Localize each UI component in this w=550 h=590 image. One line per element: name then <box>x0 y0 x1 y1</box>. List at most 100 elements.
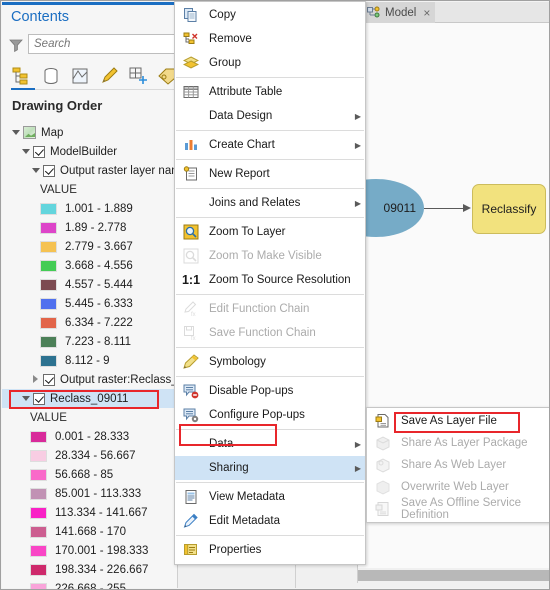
list-by-editing-icon[interactable] <box>97 64 120 88</box>
menu-item-view-metadata[interactable]: View Metadata <box>175 485 365 509</box>
no-icon <box>180 435 202 453</box>
menu-item-label: Data Design <box>209 110 273 122</box>
search-box[interactable] <box>28 34 178 54</box>
menu-item-data[interactable]: Data ▶ <box>175 432 365 456</box>
model-tool-node-label: Reclassify <box>481 202 537 216</box>
menu-item-copy[interactable]: Copy <box>175 3 365 27</box>
menu-item-label: Configure Pop-ups <box>209 409 305 421</box>
layer-visibility-checkbox[interactable] <box>33 145 45 158</box>
legend-label: 3.668 - 4.556 <box>65 259 133 272</box>
menu-separator <box>176 535 364 536</box>
chevron-down-icon[interactable] <box>20 393 31 404</box>
menu-item-zoom-to-source-resolution[interactable]: 1:1 Zoom To Source Resolution <box>175 268 365 292</box>
menu-item-remove[interactable]: Remove <box>175 27 365 51</box>
tree-item-modelbuilder[interactable]: ModelBuilder <box>2 142 178 161</box>
chevron-down-icon[interactable] <box>30 165 41 176</box>
legend-label: 2.779 - 3.667 <box>65 240 133 253</box>
menu-item-joins-and-relates[interactable]: Joins and Relates ▶ <box>175 191 365 215</box>
create-chart-icon <box>180 136 202 154</box>
legend-label: 85.001 - 113.333 <box>55 487 142 500</box>
scrollbar-thumb[interactable] <box>358 570 549 581</box>
zoom-make-visible-icon <box>180 247 202 265</box>
map-horizontal-scrollbar[interactable]: ❮ <box>296 568 357 583</box>
menu-item-symbology[interactable]: Symbology <box>175 350 365 374</box>
legend-swatch <box>30 544 47 557</box>
submenu-item-save-as-layer-file[interactable]: Save As Layer File <box>367 410 549 432</box>
chevron-down-icon[interactable] <box>10 127 21 138</box>
legend-label: 6.334 - 7.222 <box>65 316 133 329</box>
legend-label: 28.334 - 56.667 <box>55 449 136 462</box>
model-tool-node[interactable]: Reclassify <box>472 184 546 234</box>
legend-item: 1.89 - 2.778 <box>2 218 178 237</box>
legend-label: 113.334 - 141.667 <box>55 506 148 519</box>
new-report-icon <box>180 165 202 183</box>
list-by-selection-icon[interactable] <box>68 64 91 88</box>
tab-model[interactable]: Model × <box>362 2 436 23</box>
menu-item-zoom-to-layer[interactable]: Zoom To Layer <box>175 220 365 244</box>
search-row <box>2 33 178 57</box>
menu-item-label: Edit Function Chain <box>209 303 310 315</box>
menu-item-label: Edit Metadata <box>209 515 280 527</box>
menu-item-configure-popups[interactable]: Configure Pop-ups <box>175 403 365 427</box>
submenu-item-label: Save As Offline Service Definition <box>401 497 521 521</box>
list-by-data-source-icon[interactable] <box>39 64 62 88</box>
chevron-right-icon[interactable] <box>30 374 41 385</box>
filter-icon[interactable] <box>8 37 24 53</box>
menu-item-edit-metadata[interactable]: Edit Metadata <box>175 509 365 533</box>
menu-item-new-report[interactable]: New Report <box>175 162 365 186</box>
legend-item: 0.001 - 28.333 <box>2 427 178 446</box>
legend-swatch <box>40 202 57 215</box>
arcgis-pro-window: ❮ Model × <box>0 0 550 590</box>
menu-item-disable-popups[interactable]: Disable Pop-ups <box>175 379 365 403</box>
menu-item-data-design[interactable]: Data Design ▶ <box>175 104 365 128</box>
remove-icon <box>180 30 202 48</box>
submenu-item-overwrite-web-layer: Overwrite Web Layer <box>367 476 549 498</box>
list-by-snapping-icon[interactable] <box>126 64 149 88</box>
legend-item: 2.779 - 3.667 <box>2 237 178 256</box>
submenu-item-save-as-offline-service-definition: Save As Offline Service Definition <box>367 497 549 521</box>
tree-item-reclass-09011[interactable]: Reclass_09011 <box>2 389 178 408</box>
menu-item-label: Remove <box>209 33 252 45</box>
search-input[interactable] <box>29 35 177 53</box>
configure-popups-icon <box>180 406 202 424</box>
tree-item-label: Map <box>41 126 64 139</box>
menu-item-group[interactable]: Group <box>175 51 365 75</box>
layer-visibility-checkbox[interactable] <box>43 164 55 177</box>
legend-label: 170.001 - 198.333 <box>55 544 149 557</box>
page-title: Contents <box>11 9 70 25</box>
menu-item-properties[interactable]: Properties <box>175 538 365 562</box>
legend-item: 5.445 - 6.333 <box>2 294 178 313</box>
tab-model-label: Model <box>385 6 417 19</box>
layer-visibility-checkbox[interactable] <box>33 392 45 405</box>
chevron-down-icon[interactable] <box>20 146 31 157</box>
list-by-drawing-order-icon[interactable] <box>10 64 33 88</box>
menu-separator <box>176 376 364 377</box>
menu-item-label: Data <box>209 438 234 450</box>
model-horizontal-scrollbar[interactable] <box>357 568 549 583</box>
tree-item-output-raster-reclass[interactable]: Output raster:Reclass_Recl <box>2 370 178 389</box>
menu-item-label: Disable Pop-ups <box>209 385 294 397</box>
properties-icon <box>180 541 202 559</box>
menu-item-sharing[interactable]: Sharing ▶ <box>175 456 365 480</box>
disable-popups-icon <box>180 382 202 400</box>
contents-pane: Contents Search Drawing Order Map ModelB… <box>2 2 178 589</box>
tree-item-map[interactable]: Map <box>2 123 178 142</box>
layer-visibility-checkbox[interactable] <box>43 373 55 386</box>
close-icon[interactable]: × <box>423 7 430 19</box>
no-icon <box>180 194 202 212</box>
menu-separator <box>176 429 364 430</box>
zoom-to-layer-icon <box>180 223 202 241</box>
copy-icon <box>180 6 202 24</box>
menu-item-label: Save Function Chain <box>209 327 316 339</box>
menu-item-label: Sharing <box>209 462 249 474</box>
tree-item-output-raster-layer-name[interactable]: Output raster layer name:M <box>2 161 178 180</box>
attribute-table-icon <box>180 83 202 101</box>
legend-item: 170.001 - 198.333 <box>2 541 178 560</box>
menu-separator <box>176 347 364 348</box>
menu-item-create-chart[interactable]: Create Chart ▶ <box>175 133 365 157</box>
menu-item-attribute-table[interactable]: Attribute Table <box>175 80 365 104</box>
legend-swatch <box>40 221 57 234</box>
menu-item-label: Group <box>209 57 241 69</box>
menu-item-label: Copy <box>209 9 236 21</box>
legend-swatch <box>30 506 47 519</box>
